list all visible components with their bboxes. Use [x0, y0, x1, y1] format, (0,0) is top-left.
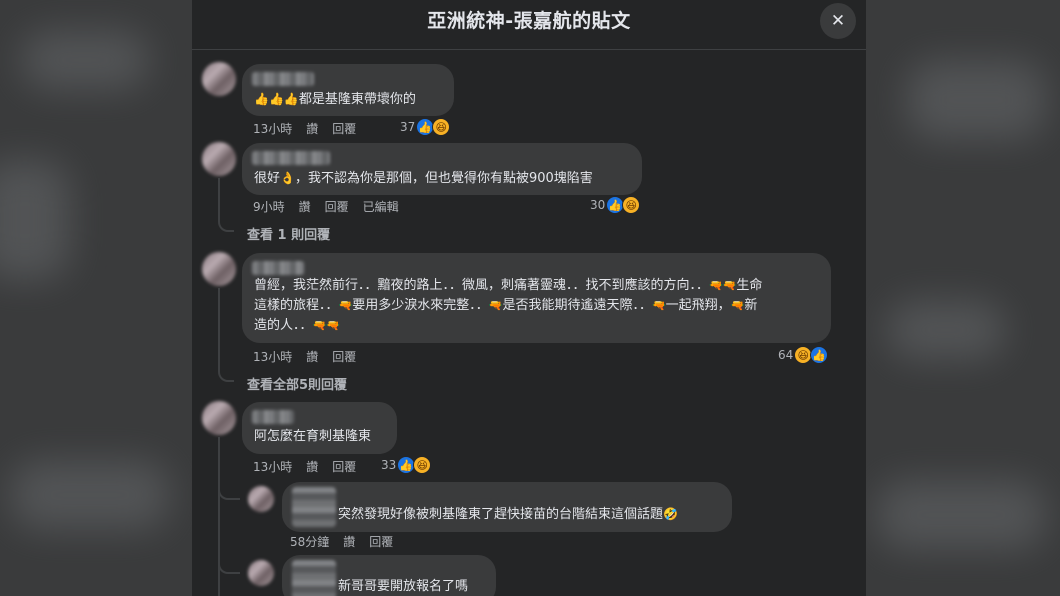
haha-reaction-icon: 😆: [413, 456, 432, 474]
view-replies-link[interactable]: 查看 1 則回覆: [247, 224, 330, 243]
background-blur: [906, 60, 1046, 140]
thread-line: [218, 437, 220, 596]
comment-text: 👍👍👍都是基隆東帶壞你的: [254, 92, 416, 107]
water-gun-icon: 🔫🔫: [709, 279, 737, 292]
reaction-count: 37: [400, 120, 416, 134]
water-gun-icon: 🔫: [651, 299, 666, 312]
comment-bubble: 阿怎麼在育刺基隆東: [242, 402, 397, 454]
reply-link[interactable]: 回覆: [332, 460, 356, 474]
commenter-name[interactable]: [292, 560, 336, 596]
haha-reaction-icon: 😆: [622, 196, 641, 214]
avatar[interactable]: [202, 401, 236, 435]
like-link[interactable]: 讚: [299, 200, 311, 214]
reply-link[interactable]: 回覆: [369, 535, 393, 549]
reply-link[interactable]: 回覆: [332, 122, 356, 136]
avatar[interactable]: [248, 560, 274, 586]
like-link[interactable]: 讚: [306, 460, 318, 474]
comment-text: 造的人．．🔫🔫: [254, 318, 340, 333]
thread-line: [218, 288, 220, 368]
haha-reaction-icon: 😆: [432, 118, 451, 136]
reply-link[interactable]: 回覆: [325, 200, 349, 214]
edited-label: 已編輯: [362, 200, 399, 214]
thread-line: [218, 218, 234, 232]
thread-line: [218, 368, 234, 382]
background-right: [866, 0, 1060, 596]
comment-text: 很好👌，我不認為你是那個，但也覺得你有點被900塊陷害: [254, 171, 593, 186]
comment-text: 阿怎麼在育刺基隆東: [254, 429, 372, 444]
commenter-name[interactable]: [252, 261, 304, 275]
comment-text: 曾經，我茫然前行．．黯夜的路上．．微風，刺痛著靈魂．．找不到應該的方向．．🔫🔫生…: [254, 278, 763, 293]
comment-time[interactable]: 9小時: [253, 200, 285, 214]
commenter-name[interactable]: [252, 410, 294, 424]
water-gun-icon: 🔫: [730, 299, 745, 312]
reaction-count: 30: [590, 198, 606, 212]
close-icon: ✕: [830, 11, 846, 31]
comment-meta: 13小時讚回覆: [253, 348, 370, 365]
close-button[interactable]: ✕: [820, 3, 856, 39]
like-link[interactable]: 讚: [306, 350, 318, 364]
commenter-name[interactable]: [252, 72, 314, 86]
water-gun-icon: 🔫: [488, 299, 503, 312]
reply-bubble: 突然發現好像被刺基隆東了趕快接苗的台階結束這個話題🤣: [282, 482, 732, 532]
reaction-summary[interactable]: 30 👍 😆: [590, 195, 641, 215]
background-left: [0, 0, 192, 596]
comment-text: 這樣的旅程．．🔫要用多少淚水來完整．．🔫是否我能期待遙遠天際．．🔫一起飛翔，🔫新: [254, 298, 758, 313]
background-blur: [886, 300, 1006, 360]
reply-link[interactable]: 回覆: [332, 350, 356, 364]
commenter-name[interactable]: [252, 151, 330, 165]
background-blur: [0, 160, 70, 280]
reaction-summary[interactable]: 37 👍 😆: [400, 117, 451, 137]
rofl-icon: 🤣: [663, 507, 678, 521]
reply-bubble: 新哥哥要開放報名了嗎: [282, 555, 496, 596]
reply-text: 突然發現好像被刺基隆東了趕快接苗的台階結束這個話題🤣: [338, 507, 678, 522]
like-reaction-icon: 👍: [810, 346, 829, 364]
reaction-count: 33: [381, 458, 397, 472]
avatar[interactable]: [202, 62, 236, 96]
like-link[interactable]: 讚: [306, 122, 318, 136]
comment-bubble: 👍👍👍都是基隆東帶壞你的: [242, 64, 454, 116]
thread-line: [218, 178, 220, 218]
dialog-title: 亞洲統神-張嘉航的貼文: [427, 10, 631, 32]
comment-bubble: 曾經，我茫然前行．．黯夜的路上．．微風，刺痛著靈魂．．找不到應該的方向．．🔫🔫生…: [242, 253, 831, 343]
like-link[interactable]: 讚: [343, 535, 355, 549]
comment-meta: 9小時讚回覆 已編輯: [253, 198, 413, 215]
thread-line: [218, 560, 240, 574]
commenter-name[interactable]: [292, 487, 336, 527]
reaction-summary[interactable]: 33 👍 😆: [381, 455, 432, 475]
dialog-header: 亞洲統神-張嘉航的貼文 ✕: [192, 0, 866, 50]
reaction-summary[interactable]: 64 😆 👍: [778, 345, 829, 365]
background-blur: [20, 30, 150, 90]
comment-time[interactable]: 13小時: [253, 460, 292, 474]
avatar[interactable]: [202, 142, 236, 176]
thread-line: [218, 486, 240, 500]
reply-text: 新哥哥要開放報名了嗎: [338, 579, 469, 594]
view-replies-link[interactable]: 查看全部5則回覆: [247, 374, 347, 393]
avatar[interactable]: [248, 486, 274, 512]
post-dialog: 亞洲統神-張嘉航的貼文 ✕ 👍👍👍都是基隆東帶壞你的 13小時讚回覆 37 👍 …: [192, 0, 866, 596]
comment-meta: 13小時讚回覆: [253, 458, 370, 475]
background-blur: [10, 460, 170, 530]
comment-time[interactable]: 13小時: [253, 350, 292, 364]
ok-hand-icon: 👌: [280, 171, 295, 185]
avatar[interactable]: [202, 252, 236, 286]
comment-time[interactable]: 13小時: [253, 122, 292, 136]
thumbs-up-icon: 👍👍👍: [254, 92, 299, 106]
comment-meta: 13小時讚回覆: [253, 120, 370, 137]
water-gun-icon: 🔫: [338, 299, 353, 312]
background-blur: [876, 480, 1046, 550]
reaction-count: 64: [778, 348, 794, 362]
reply-time[interactable]: 58分鐘: [290, 535, 329, 549]
comment-bubble: 很好👌，我不認為你是那個，但也覺得你有點被900塊陷害: [242, 143, 642, 195]
water-gun-icon: 🔫🔫: [312, 319, 340, 332]
reply-meta: 58分鐘讚回覆: [290, 533, 407, 550]
